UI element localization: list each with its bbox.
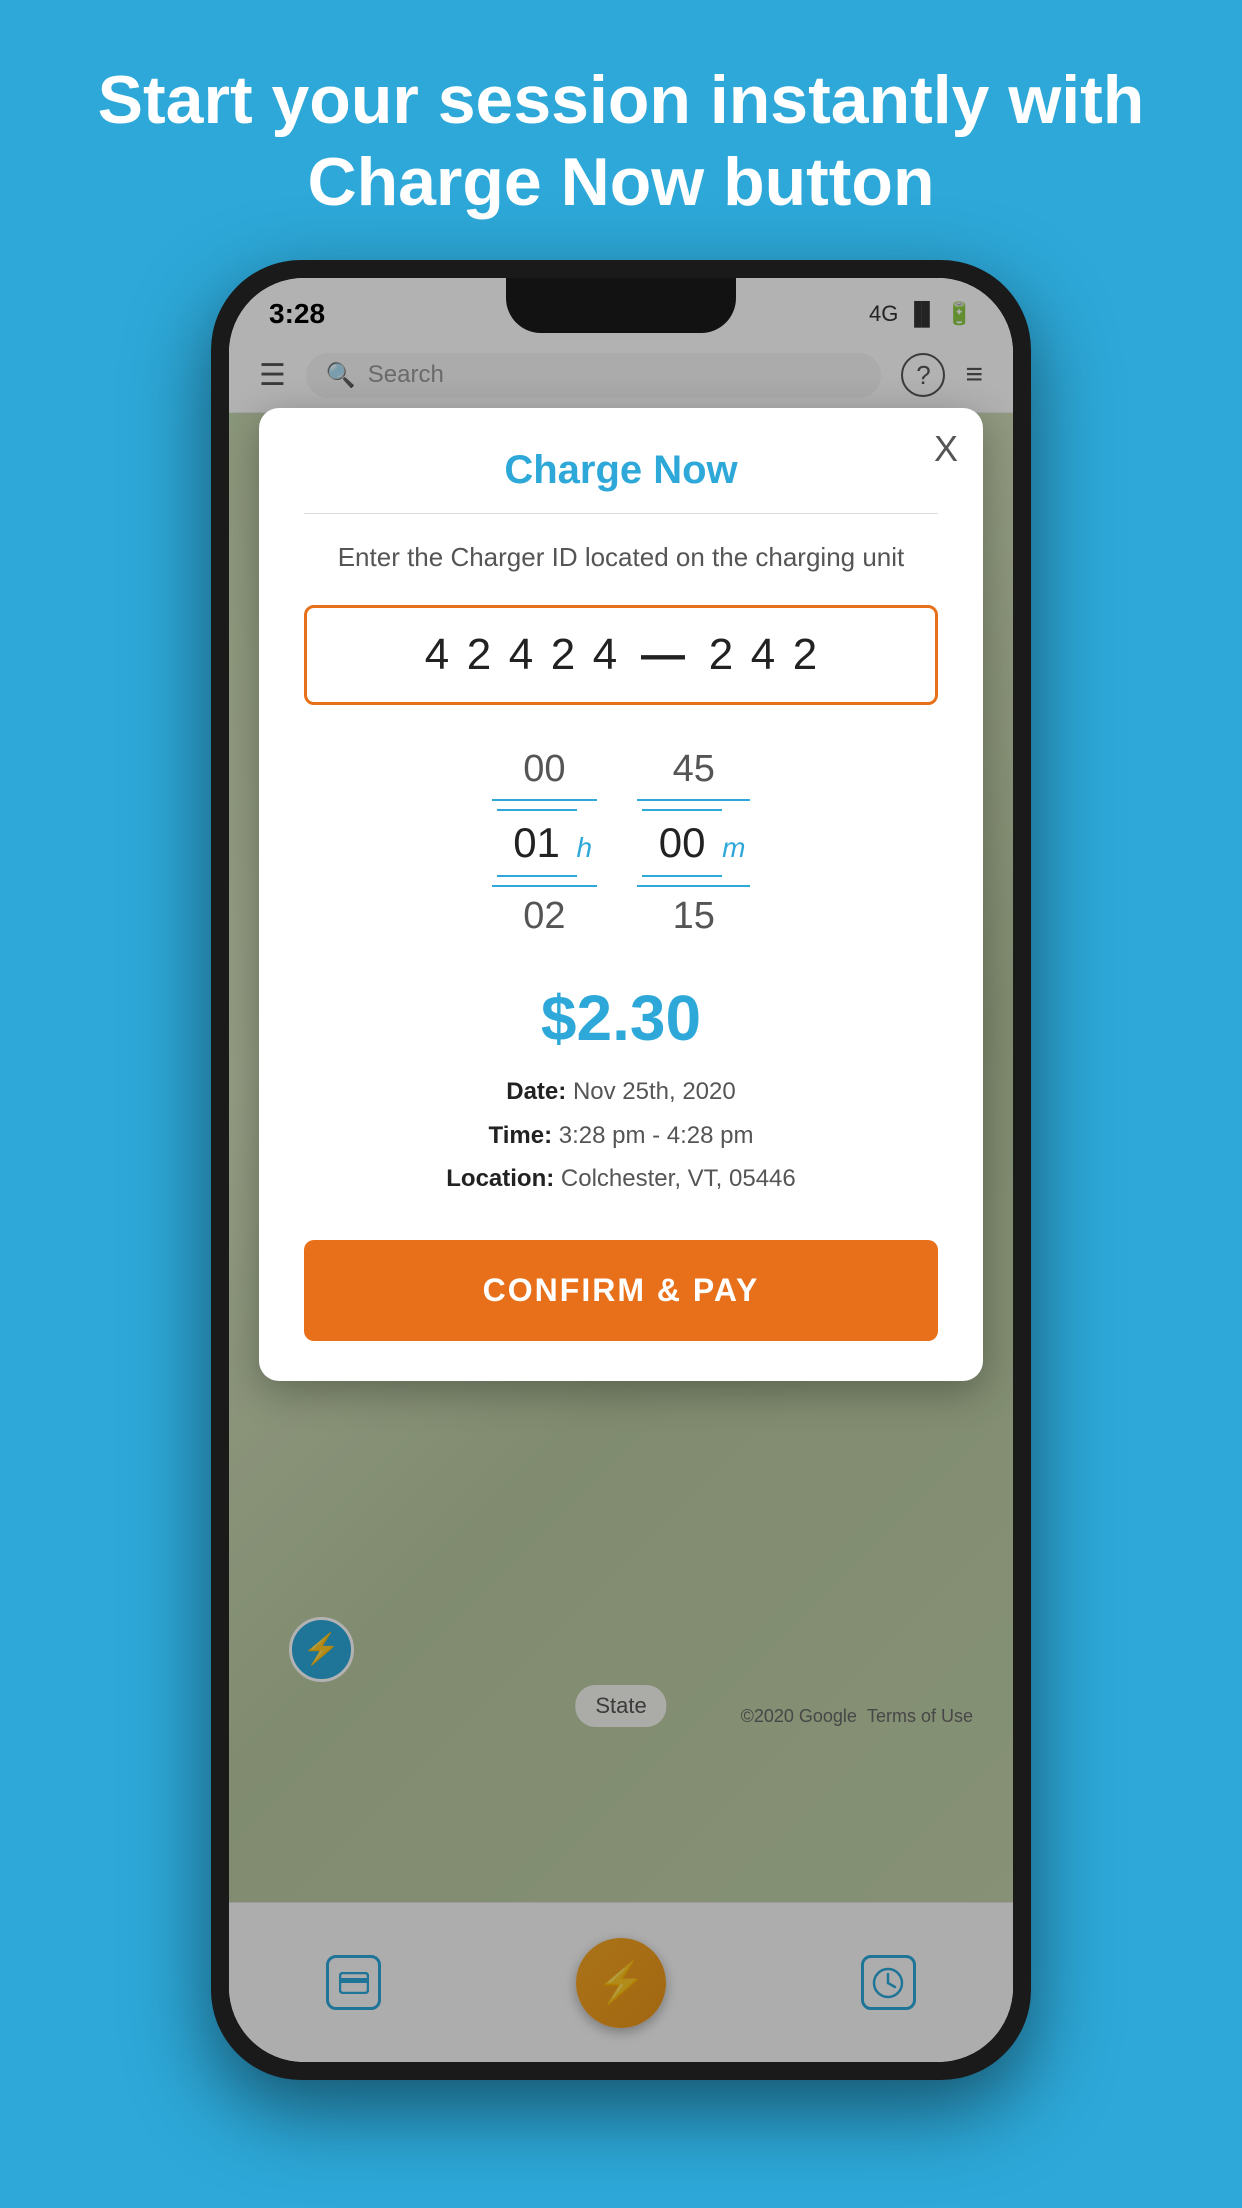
minutes-unit: m	[722, 832, 745, 864]
hours-current: 01	[497, 809, 577, 877]
hours-unit: h	[577, 832, 593, 864]
charger-digit-2: 2	[463, 630, 495, 680]
confirm-pay-button[interactable]: CONFIRM & PAY	[304, 1240, 938, 1341]
charger-digit-1: 4	[421, 630, 453, 680]
modal-title: Charge Now	[304, 448, 938, 493]
hours-below: 02	[504, 887, 584, 946]
charger-digit-8: 2	[789, 630, 821, 680]
charger-digit-3: 4	[505, 630, 537, 680]
charge-now-modal: X Charge Now Enter the Charger ID locate…	[259, 408, 983, 1381]
charger-id-part2: 2 4 2	[705, 630, 821, 680]
phone-shell: 3:28 4G ▐▌ 🔋 ☰ 🔍 Search ? ≡ ⚡ ⚡ ⚡ ⚡	[211, 260, 1031, 2080]
charger-id-part1: 4 2 4 2 4	[421, 630, 621, 680]
session-date: Date: Nov 25th, 2020	[304, 1070, 938, 1113]
charger-id-dash: —	[641, 630, 685, 680]
minutes-active-row: 00 m	[637, 799, 750, 887]
minutes-below: 15	[654, 887, 734, 946]
modal-divider	[304, 513, 938, 514]
modal-close-button[interactable]: X	[934, 428, 958, 470]
time-picker[interactable]: 00 01 h 02 45 00 m 15	[304, 740, 938, 946]
minutes-column[interactable]: 45 00 m 15	[637, 740, 750, 946]
charger-id-input[interactable]: 4 2 4 2 4 — 2 4 2	[304, 605, 938, 705]
minutes-current: 00	[642, 809, 722, 877]
hours-active-row: 01 h	[492, 799, 598, 887]
charger-digit-7: 4	[747, 630, 779, 680]
charger-digit-4: 2	[547, 630, 579, 680]
page-header: Start your session instantly with Charge…	[0, 0, 1242, 263]
session-location: Location: Colchester, VT, 05446	[304, 1157, 938, 1200]
session-info: Date: Nov 25th, 2020 Time: 3:28 pm - 4:2…	[304, 1070, 938, 1200]
session-price: $2.30	[304, 981, 938, 1055]
hours-above: 00	[504, 740, 584, 799]
modal-subtitle: Enter the Charger ID located on the char…	[304, 539, 938, 575]
session-time: Time: 3:28 pm - 4:28 pm	[304, 1114, 938, 1157]
phone-screen: 3:28 4G ▐▌ 🔋 ☰ 🔍 Search ? ≡ ⚡ ⚡ ⚡ ⚡	[229, 278, 1013, 2062]
charger-digit-5: 4	[589, 630, 621, 680]
charger-digit-6: 2	[705, 630, 737, 680]
hours-column[interactable]: 00 01 h 02	[492, 740, 598, 946]
minutes-above: 45	[654, 740, 734, 799]
